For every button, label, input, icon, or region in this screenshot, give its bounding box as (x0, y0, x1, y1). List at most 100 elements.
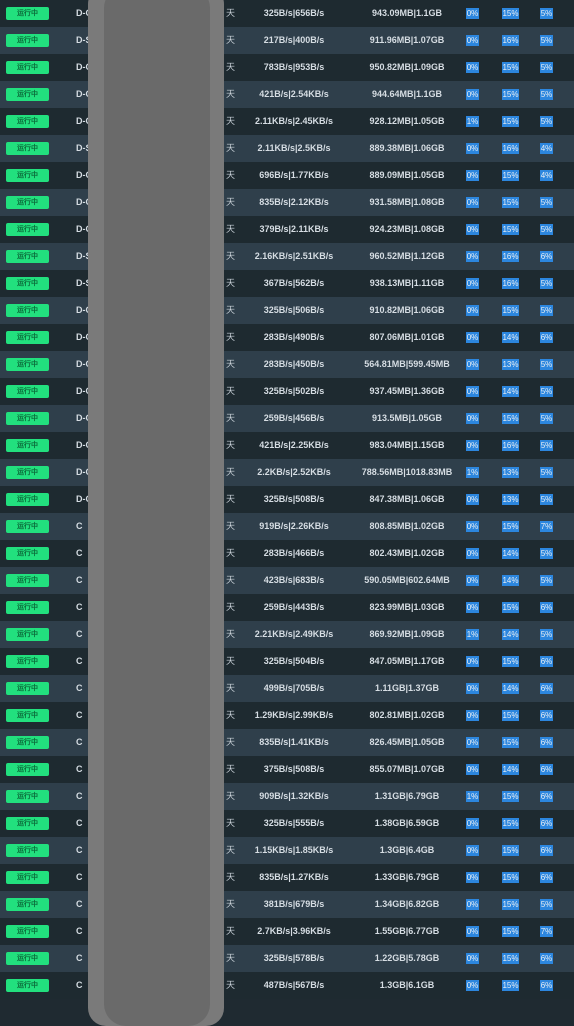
table-row[interactable]: 运行中D-C天783B/s|953B/s950.82MB|1.09GB0%15%… (0, 54, 574, 81)
network-speed: 423B/s|683B/s (263, 575, 325, 585)
cpu-usage-bar: 1% (466, 467, 479, 478)
mem-usage-bar: 15% (502, 224, 519, 235)
cpu-usage-label: 0% (466, 36, 479, 45)
table-row[interactable]: 运行中 C 天 423B/s|683B/s 590.05MB|602.64MB 0% 14%… (0, 567, 574, 594)
table-row[interactable]: 运行中D-C天283B/s|490B/s807.06MB|1.01GB0%14%… (0, 324, 574, 351)
network-speed: 325B/s|506B/s (263, 305, 325, 315)
network-speed: 783B/s|953B/s (263, 62, 325, 72)
disk-usage-label: 7% (540, 522, 553, 531)
table-row[interactable]: 运行中 C 天 499B/s|705B/s 1.11GB|1.37GB 0% 14% 6% (0, 675, 574, 702)
table-row[interactable]: 运行中D-C天421B/s|2.25KB/s983.04MB|1.15GB0%1… (0, 432, 574, 459)
mem-usage-label: 15% (502, 90, 519, 99)
disk-usage-label: 6% (540, 981, 553, 990)
table-row[interactable]: 运行中 C 天 919B/s|2.26KB/s 808.85MB|1.02GB 0% 15%… (0, 513, 574, 540)
mem-usage-bar: 15% (502, 953, 519, 964)
network-speed: 499B/s|705B/s (263, 683, 325, 693)
cpu-usage-bar: 0% (466, 89, 479, 100)
cpu-usage-bar: 0% (466, 278, 479, 289)
table-row[interactable]: 运行中 C 天 381B/s|679B/s 1.34GB|6.82GB 0% 15% 5% (0, 891, 574, 918)
disk-usage-bar: 7% (540, 521, 553, 532)
mem-usage-bar: 15% (502, 980, 519, 991)
network-traffic: 855.07MB|1.07GB (369, 764, 445, 774)
disk-usage-bar: 5% (540, 89, 553, 100)
uptime-unit: 天 (226, 386, 236, 396)
disk-usage-label: 5% (540, 441, 553, 450)
mem-usage-bar: 14% (502, 764, 519, 775)
table-row[interactable]: 运行中 C 天 375B/s|508B/s 855.07MB|1.07GB 0% 14% 6% (0, 756, 574, 783)
cpu-usage-bar: 0% (466, 872, 479, 883)
network-traffic: 924.23MB|1.08GB (369, 224, 445, 234)
disk-usage-label: 5% (540, 9, 553, 18)
table-row[interactable]: 运行中D-C天325B/s|502B/s937.45MB|1.36GB0%14%… (0, 378, 574, 405)
mem-usage-label: 16% (502, 252, 519, 261)
cpu-usage-label: 0% (466, 306, 479, 315)
mem-usage-bar: 16% (502, 278, 519, 289)
table-row[interactable]: 运行中 C 天 835B/s|1.41KB/s 826.45MB|1.05GB 0% 15%… (0, 729, 574, 756)
cpu-usage-label: 0% (466, 873, 479, 882)
network-traffic: 823.99MB|1.03GB (369, 602, 445, 612)
mem-usage-bar: 15% (502, 872, 519, 883)
network-speed: 325B/s|504B/s (263, 656, 325, 666)
network-traffic: 931.58MB|1.08GB (369, 197, 445, 207)
mem-usage-label: 16% (502, 441, 519, 450)
status-badge: 运行中 (6, 763, 49, 776)
table-row[interactable]: 运行中D-C天696B/s|1.77KB/s889.09MB|1.05GB0%1… (0, 162, 574, 189)
mem-usage-label: 15% (502, 954, 519, 963)
table-row[interactable]: 运行中D-C天421B/s|2.54KB/s944.64MB|1.1GB0%15… (0, 81, 574, 108)
disk-usage-bar: 6% (540, 791, 553, 802)
table-row[interactable]: 运行中 C 天 835B/s|1.27KB/s 1.33GB|6.79GB 0% 15% 6% (0, 864, 574, 891)
table-row[interactable]: 运行中D-C天325B/s|506B/s910.82MB|1.06GB0%15%… (0, 297, 574, 324)
cpu-usage-bar: 0% (466, 710, 479, 721)
table-row[interactable]: 运行中D-C天325B/s|508B/s847.38MB|1.06GB0%13%… (0, 486, 574, 513)
disk-usage-bar: 5% (540, 224, 553, 235)
table-row[interactable]: 运行中 C 天 1.15KB/s|1.85KB/s 1.3GB|6.4GB 0% 15% 6% (0, 837, 574, 864)
network-traffic: 889.38MB|1.06GB (369, 143, 445, 153)
table-row[interactable]: 运行中D-C天835B/s|2.12KB/s931.58MB|1.08GB0%1… (0, 189, 574, 216)
table-row[interactable]: 运行中 C 天 283B/s|466B/s 802.43MB|1.02GB 0% 14% 5% (0, 540, 574, 567)
network-speed: 909B/s|1.32KB/s (259, 791, 329, 801)
table-row[interactable]: 运行中 D-S 天 367B/s|562B/s 938.13MB|1.11GB 0% 16%… (0, 270, 574, 297)
table-row[interactable]: 运行中 D-S 天 2.16KB/s|2.51KB/s 960.52MB|1.12GB 0… (0, 243, 574, 270)
table-row[interactable]: 运行中 C 天 1.29KB/s|2.99KB/s 802.81MB|1.02GB 0% 1… (0, 702, 574, 729)
table-row[interactable]: 运行中D-C天2.11KB/s|2.45KB/s928.12MB|1.05GB1… (0, 108, 574, 135)
table-row[interactable]: 运行中D-C天283B/s|450B/s564.81MB|599.45MB0%1… (0, 351, 574, 378)
table-row[interactable]: 运行中D-C天2.2KB/s|2.52KB/s788.56MB|1018.83M… (0, 459, 574, 486)
network-speed: 283B/s|490B/s (263, 332, 325, 342)
table-row[interactable]: 运行中 C 天 325B/s|578B/s 1.22GB|5.78GB 0% 15% 6% (0, 945, 574, 972)
cpu-usage-label: 0% (466, 954, 479, 963)
mem-usage-bar: 15% (502, 656, 519, 667)
table-row[interactable]: 运行中 C 天 259B/s|443B/s 823.99MB|1.03GB 0% 15% 6% (0, 594, 574, 621)
disk-usage-bar: 5% (540, 62, 553, 73)
disk-usage-bar: 6% (540, 602, 553, 613)
cpu-usage-label: 0% (466, 387, 479, 396)
table-row[interactable]: 运行中 C 天 909B/s|1.32KB/s 1.31GB|6.79GB 1% 15% 6% (0, 783, 574, 810)
cpu-usage-label: 0% (466, 711, 479, 720)
table-row[interactable]: 运行中 C 天 2.7KB/s|3.96KB/s 1.55GB|6.77GB 0% 15% 7… (0, 918, 574, 945)
disk-usage-bar: 5% (540, 278, 553, 289)
mem-usage-bar: 14% (502, 548, 519, 559)
disk-usage-label: 5% (540, 117, 553, 126)
cpu-usage-label: 0% (466, 198, 479, 207)
table-row[interactable]: 运行中 C 天 325B/s|555B/s 1.38GB|6.59GB 0% 15% 6% (0, 810, 574, 837)
table-row[interactable]: 运行中D-C天379B/s|2.11KB/s924.23MB|1.08GB0%1… (0, 216, 574, 243)
network-traffic: 847.38MB|1.06GB (369, 494, 445, 504)
mem-usage-label: 13% (502, 495, 519, 504)
table-row[interactable]: 运行中 C 天 487B/s|567B/s 1.3GB|6.1GB 0% 15% 6% (0, 972, 574, 999)
uptime-unit: 天 (226, 629, 236, 639)
table-row[interactable]: 运行中 C 天 325B/s|504B/s 847.05MB|1.17GB 0% 15% 6% (0, 648, 574, 675)
cpu-usage-bar: 0% (466, 386, 479, 397)
network-speed: 2.16KB/s|2.51KB/s (254, 251, 334, 261)
table-row[interactable]: 运行中 C 天 2.21KB/s|2.49KB/s 869.92MB|1.09GB 1% 1… (0, 621, 574, 648)
table-row[interactable]: 运行中D-C天259B/s|456B/s913.5MB|1.05GB0%15%5… (0, 405, 574, 432)
mem-usage-label: 14% (502, 765, 519, 774)
mem-usage-bar: 15% (502, 818, 519, 829)
table-row[interactable]: 运行中 D-S 天 2.11KB/s|2.5KB/s 889.38MB|1.06GB 0%… (0, 135, 574, 162)
disk-usage-bar: 6% (540, 980, 553, 991)
uptime-unit: 天 (226, 305, 236, 315)
mem-usage-label: 16% (502, 144, 519, 153)
table-row[interactable]: 运行中 D-S 天 217B/s|400B/s 911.96MB|1.07GB 0% 16%… (0, 27, 574, 54)
network-traffic: 869.92MB|1.09GB (369, 629, 445, 639)
cpu-usage-bar: 0% (466, 683, 479, 694)
status-badge: 运行中 (6, 304, 49, 317)
table-row[interactable]: 运行中D-C天325B/s|656B/s943.09MB|1.1GB0%15%5… (0, 0, 574, 27)
